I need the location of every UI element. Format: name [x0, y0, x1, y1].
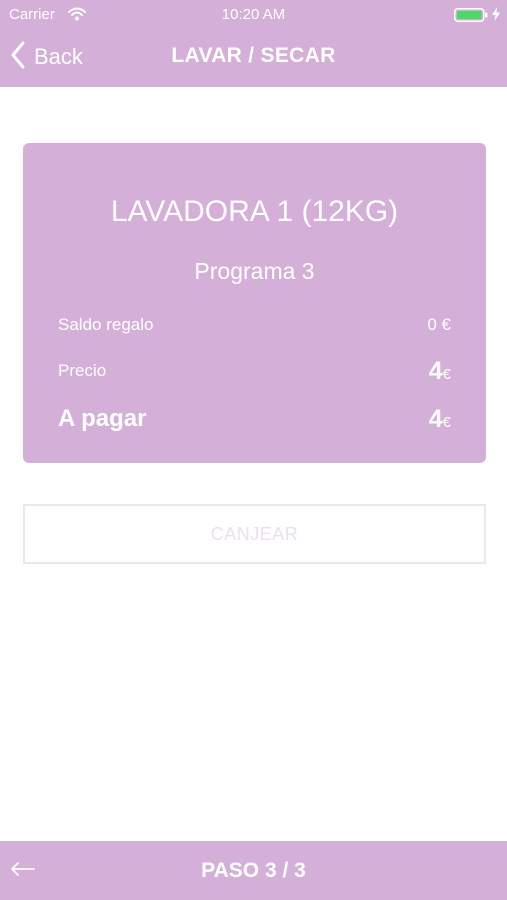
status-time: 10:20 AM	[221, 6, 286, 23]
price-currency: €	[442, 366, 451, 383]
charging-bolt-icon	[492, 7, 500, 25]
machine-name: LAVADORA 1 (12KG)	[110, 195, 399, 228]
price-value: 4€	[429, 357, 451, 386]
status-bar: Carrier 10:20 AM	[0, 0, 507, 30]
navigation-bar: Back LAVAR / SECAR	[0, 30, 507, 87]
machine-summary-card: LAVADORA 1 (12KG) Programa 3 Saldo regal…	[23, 143, 486, 463]
amount-due-currency: €	[442, 414, 451, 431]
price-amount: 4	[428, 357, 443, 385]
amount-due-amount: 4	[428, 405, 443, 433]
amount-due-label: A pagar	[58, 405, 147, 432]
redeem-button[interactable]: CANJEAR	[23, 504, 486, 564]
step-indicator: PASO 3 / 3	[201, 859, 306, 882]
page-title: LAVAR / SECAR	[171, 44, 336, 67]
gift-balance-value: 0 €	[427, 315, 451, 334]
amount-due-value: 4€	[429, 405, 451, 434]
bottom-bar: PASO 3 / 3	[0, 841, 507, 900]
program-name: Programa 3	[194, 258, 315, 284]
battery-icon	[454, 8, 488, 26]
price-label: Precio	[58, 361, 107, 380]
gift-balance-label: Saldo regalo	[58, 315, 154, 334]
